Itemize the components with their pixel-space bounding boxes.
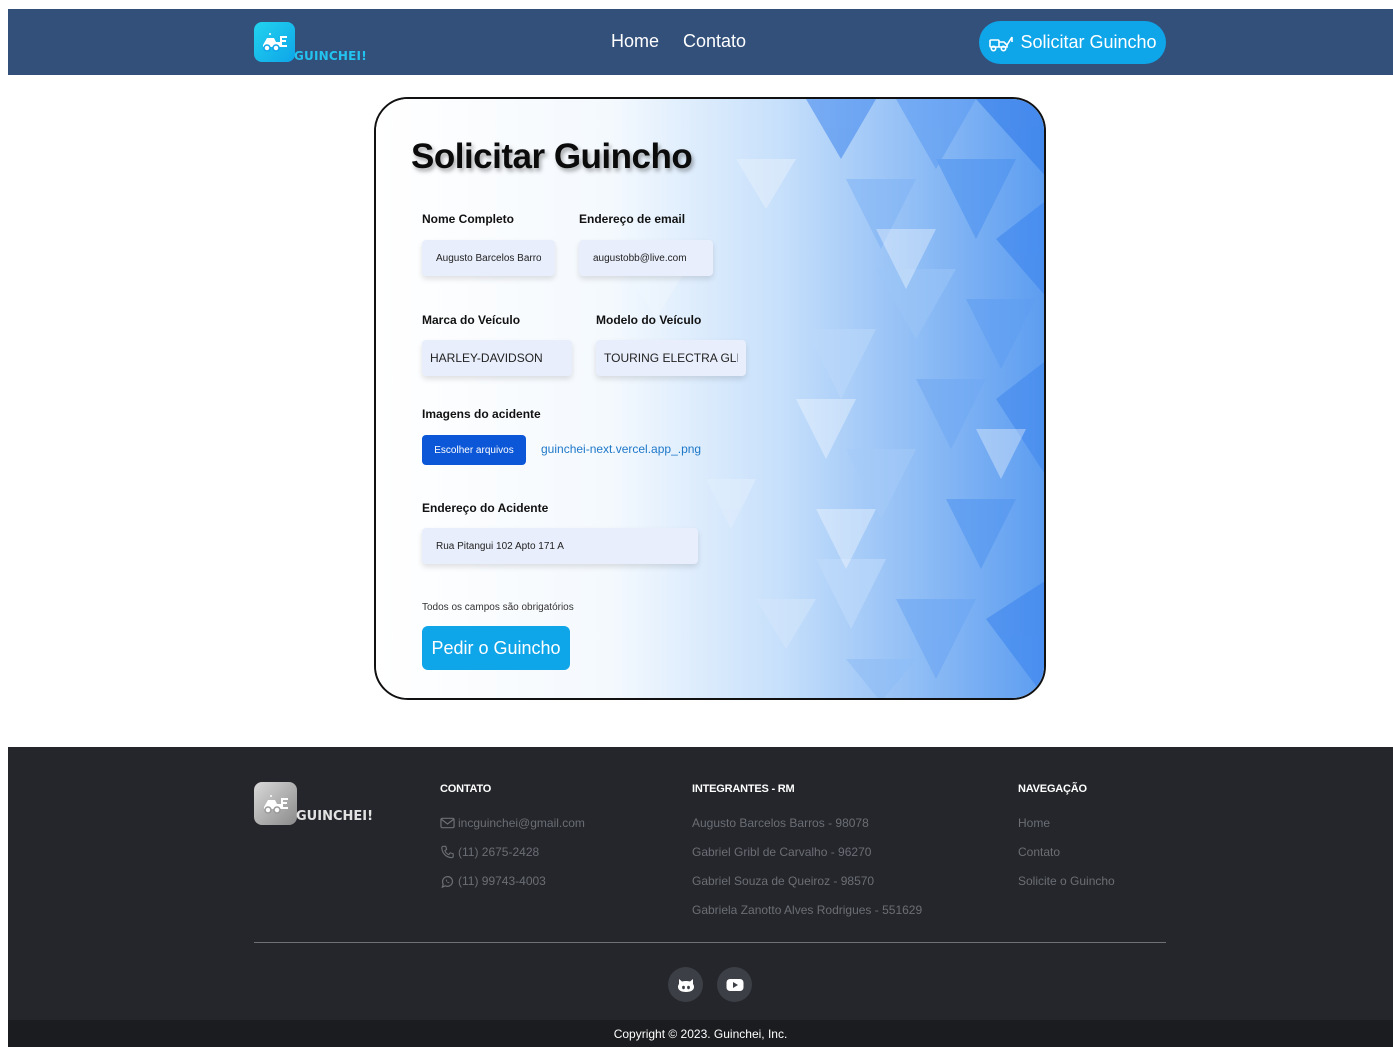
request-tow-button-label: Solicitar Guincho xyxy=(1020,32,1157,52)
footer-contact-column: CONTATO incguinchei@gmail.com (11) 2675-… xyxy=(440,783,585,903)
footer-nav-link-contato[interactable]: Contato xyxy=(1018,845,1115,874)
footer-nav-link-request-tow[interactable]: Solicite o Guincho xyxy=(1018,874,1115,903)
footer-member: Gabriel Souza de Queiroz - 98570 xyxy=(692,874,875,888)
page: GUINCHEI! Home Contato Solicitar Guincho xyxy=(0,0,1393,1047)
request-tow-form-card: Solicitar Guincho Nome Completo Endereço… xyxy=(374,97,1046,700)
footer-navigation-heading: NAVEGAÇÃO xyxy=(1018,783,1087,795)
footer-contact-heading: CONTATO xyxy=(440,783,492,795)
youtube-icon xyxy=(726,978,743,991)
footer-divider xyxy=(254,942,1166,943)
top-navbar: GUINCHEI! Home Contato Solicitar Guincho xyxy=(8,9,1393,75)
accident-address-input[interactable] xyxy=(422,528,698,564)
main-nav: Home Contato xyxy=(611,31,746,52)
github-link[interactable] xyxy=(668,967,703,1002)
form-content: Solicitar Guincho Nome Completo Endereço… xyxy=(376,99,1044,698)
footer-member: Augusto Barcelos Barros - 98078 xyxy=(692,816,869,830)
request-tow-button[interactable]: Solicitar Guincho xyxy=(979,21,1166,64)
tow-truck-icon xyxy=(989,36,1014,52)
form-title: Solicitar Guincho xyxy=(411,137,693,176)
footer-nav-link-home[interactable]: Home xyxy=(1018,816,1115,845)
brand-logo[interactable]: GUINCHEI! xyxy=(254,22,384,64)
submit-request-button[interactable]: Pedir o Guincho xyxy=(422,626,570,670)
footer-contact-phone[interactable]: (11) 2675-2428 xyxy=(440,845,585,874)
copyright-bar: Copyright © 2023. Guinchei, Inc. xyxy=(8,1020,1393,1047)
selected-file-name: guinchei-next.vercel.app_.png xyxy=(541,442,702,456)
footer-logo[interactable]: GUINCHEI! xyxy=(254,782,394,826)
vehicle-model-label: Modelo do Veículo xyxy=(596,313,702,327)
github-icon xyxy=(677,978,694,992)
brand-logo-text: GUINCHEI! xyxy=(294,49,367,63)
required-fields-note: Todos os campos são obrigatórios xyxy=(422,602,574,613)
youtube-link[interactable] xyxy=(717,967,752,1002)
tow-truck-logo-icon xyxy=(254,22,295,62)
vehicle-model-input[interactable] xyxy=(596,340,746,376)
footer-member: Gabriel Gribl de Carvalho - 96270 xyxy=(692,845,872,859)
nav-link-home[interactable]: Home xyxy=(611,31,659,52)
footer-navigation-column: NAVEGAÇÃO Home Contato Solicite o Guinch… xyxy=(1018,783,1115,903)
footer-logo-text: GUINCHEI! xyxy=(296,809,374,824)
mail-icon xyxy=(440,817,455,829)
accident-address-label: Endereço do Acidente xyxy=(422,501,549,515)
vehicle-brand-input[interactable] xyxy=(422,340,572,376)
email-input[interactable] xyxy=(579,240,713,276)
full-name-input[interactable] xyxy=(422,240,555,276)
whatsapp-icon xyxy=(441,876,454,889)
footer-contact-email[interactable]: incguinchei@gmail.com xyxy=(440,816,585,845)
phone-icon xyxy=(441,845,454,859)
footer: GUINCHEI! CONTATO incguinchei@gmail.com … xyxy=(8,747,1393,1020)
footer-member: Gabriela Zanotto Alves Rodrigues - 55162… xyxy=(692,903,923,917)
footer-contact-whatsapp[interactable]: (11) 99743-4003 xyxy=(440,874,585,903)
email-label: Endereço de email xyxy=(579,212,686,226)
vehicle-brand-label: Marca do Veículo xyxy=(422,313,521,327)
full-name-label: Nome Completo xyxy=(422,212,515,226)
footer-members-heading: INTEGRANTES - RM xyxy=(692,783,795,795)
tow-truck-logo-icon xyxy=(254,782,297,825)
accident-images-label: Imagens do acidente xyxy=(422,407,541,421)
choose-files-button[interactable]: Escolher arquivos xyxy=(422,435,526,465)
footer-members-column: INTEGRANTES - RM Augusto Barcelos Barros… xyxy=(692,783,922,932)
nav-link-contato[interactable]: Contato xyxy=(683,31,746,52)
